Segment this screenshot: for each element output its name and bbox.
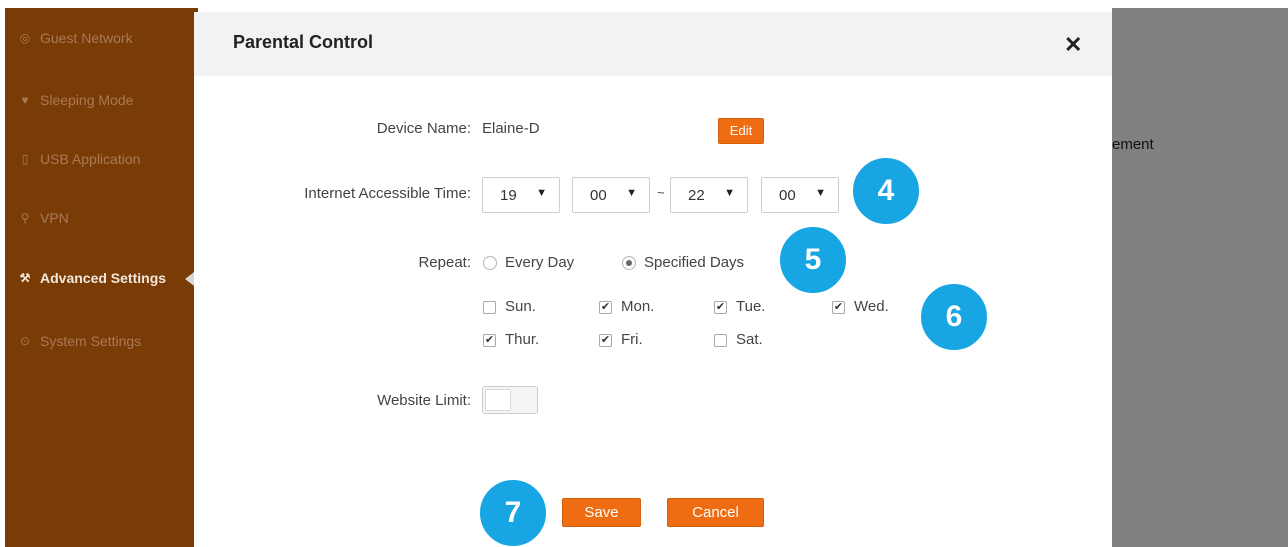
chevron-down-icon: ▼ bbox=[815, 187, 826, 199]
sidebar-item-label: System Settings bbox=[40, 333, 142, 349]
start-hour-value: 19 bbox=[500, 186, 517, 204]
start-minute-select[interactable]: 00 ▼ bbox=[572, 177, 650, 213]
cancel-button[interactable]: Cancel bbox=[667, 498, 764, 527]
specified-days-radio[interactable] bbox=[622, 256, 636, 270]
sidebar: ◎ Guest Network ♥ Sleeping Mode ▯ USB Ap… bbox=[5, 8, 198, 547]
sun-label[interactable]: Sun. bbox=[505, 298, 536, 315]
every-day-label[interactable]: Every Day bbox=[505, 254, 574, 271]
end-minute-select[interactable]: 00 ▼ bbox=[761, 177, 839, 213]
sun-checkbox[interactable] bbox=[483, 301, 496, 314]
tue-checkbox[interactable]: ✔ bbox=[714, 301, 727, 314]
mon-label[interactable]: Mon. bbox=[621, 298, 654, 315]
fri-label[interactable]: Fri. bbox=[621, 331, 643, 348]
chevron-down-icon: ▼ bbox=[536, 187, 547, 199]
thur-label[interactable]: Thur. bbox=[505, 331, 539, 348]
callout-badge-7: 7 bbox=[478, 478, 548, 547]
toggle-knob bbox=[485, 389, 511, 411]
every-day-radio[interactable] bbox=[483, 256, 497, 270]
wed-checkbox[interactable]: ✔ bbox=[832, 301, 845, 314]
parental-control-dialog: Parental Control ✕ Device Name: Elaine-D… bbox=[194, 12, 1112, 547]
time-separator: ~ bbox=[657, 185, 665, 200]
start-minute-value: 00 bbox=[590, 186, 607, 204]
sidebar-item-label: Guest Network bbox=[40, 30, 133, 46]
dialog-header: Parental Control ✕ bbox=[194, 12, 1112, 76]
background-overlay: ement bbox=[1112, 8, 1288, 547]
device-name-value: Elaine-D bbox=[482, 120, 540, 137]
usb-icon: ▯ bbox=[21, 152, 29, 166]
device-name-label: Device Name: bbox=[376, 120, 471, 137]
sidebar-item-system-settings[interactable]: ⊙ System Settings bbox=[18, 333, 141, 349]
end-minute-value: 00 bbox=[779, 186, 796, 204]
repeat-label: Repeat: bbox=[418, 254, 471, 271]
chevron-down-icon: ▼ bbox=[724, 187, 735, 199]
thur-checkbox[interactable]: ✔ bbox=[483, 334, 496, 347]
radio-selected-dot bbox=[626, 260, 632, 266]
close-icon[interactable]: ✕ bbox=[1064, 32, 1082, 58]
website-limit-label: Website Limit: bbox=[377, 392, 471, 409]
dialog-title: Parental Control bbox=[233, 32, 374, 52]
top-border bbox=[0, 0, 1288, 8]
callout-badge-5: 5 bbox=[778, 225, 848, 295]
internet-time-label: Internet Accessible Time: bbox=[304, 185, 471, 202]
end-hour-value: 22 bbox=[688, 186, 705, 204]
end-hour-select[interactable]: 22 ▼ bbox=[670, 177, 748, 213]
callout-badge-4: 4 bbox=[851, 156, 921, 226]
fri-checkbox[interactable]: ✔ bbox=[599, 334, 612, 347]
system-settings-icon: ⊙ bbox=[19, 334, 31, 348]
mon-checkbox[interactable]: ✔ bbox=[599, 301, 612, 314]
vpn-icon: ⚲ bbox=[20, 211, 30, 225]
sidebar-item-usb-application[interactable]: ▯ USB Application bbox=[18, 151, 141, 167]
tue-label[interactable]: Tue. bbox=[736, 298, 765, 315]
sidebar-item-label: VPN bbox=[40, 210, 69, 226]
sidebar-item-label: Advanced Settings bbox=[40, 270, 167, 286]
router-admin-screen: ◎ Guest Network ♥ Sleeping Mode ▯ USB Ap… bbox=[0, 0, 1288, 547]
save-button[interactable]: Save bbox=[562, 498, 641, 527]
sidebar-item-vpn[interactable]: ⚲ VPN bbox=[18, 210, 69, 226]
sidebar-item-guest-network[interactable]: ◎ Guest Network bbox=[18, 30, 133, 46]
edit-button[interactable]: Edit bbox=[718, 118, 764, 144]
start-hour-select[interactable]: 19 ▼ bbox=[482, 177, 560, 213]
advanced-settings-icon: ⚒ bbox=[19, 271, 31, 285]
wed-label[interactable]: Wed. bbox=[854, 298, 889, 315]
guest-network-icon: ◎ bbox=[19, 31, 31, 45]
sidebar-item-advanced-settings[interactable]: ⚒ Advanced Settings bbox=[18, 270, 166, 286]
callout-badge-6: 6 bbox=[919, 282, 989, 352]
background-text: ement bbox=[1112, 136, 1154, 153]
sat-checkbox[interactable] bbox=[714, 334, 727, 347]
specified-days-label[interactable]: Specified Days bbox=[644, 254, 744, 271]
website-limit-toggle[interactable] bbox=[482, 386, 538, 414]
sidebar-item-label: USB Application bbox=[40, 151, 141, 167]
chevron-down-icon: ▼ bbox=[626, 187, 637, 199]
sleeping-mode-icon: ♥ bbox=[21, 93, 29, 107]
sidebar-item-label: Sleeping Mode bbox=[40, 92, 134, 108]
sidebar-item-sleeping-mode[interactable]: ♥ Sleeping Mode bbox=[18, 92, 133, 108]
sat-label[interactable]: Sat. bbox=[736, 331, 763, 348]
